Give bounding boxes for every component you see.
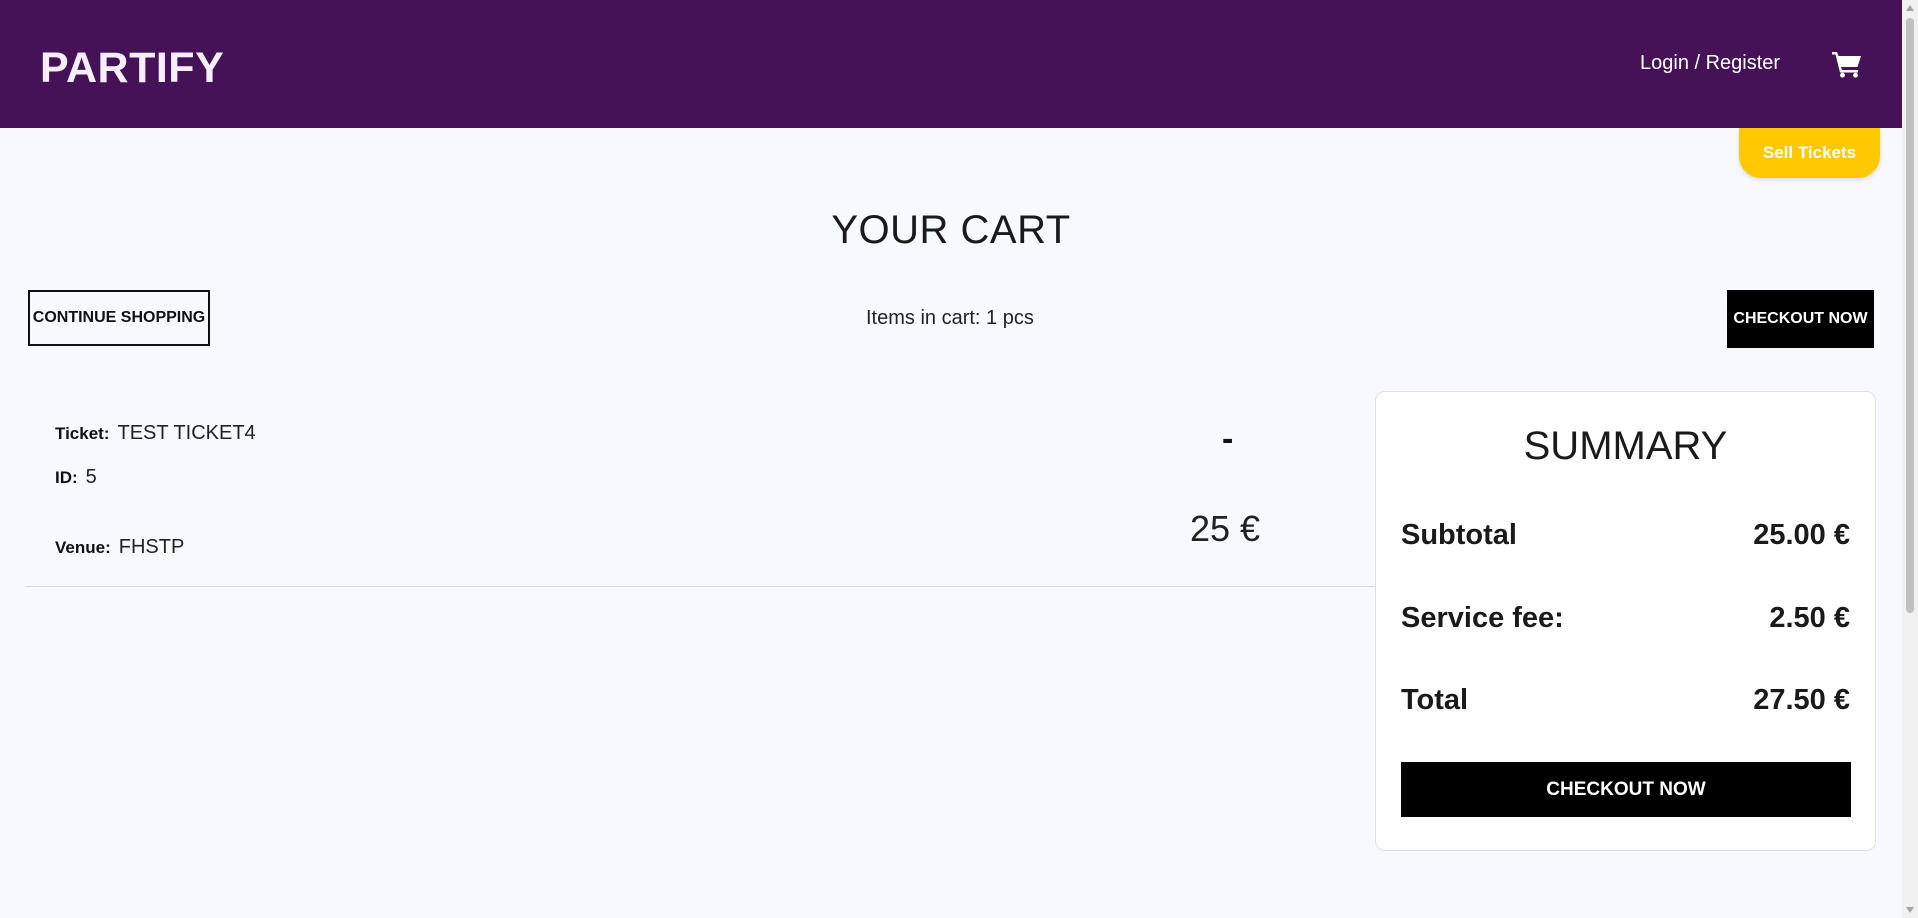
checkout-now-button-top[interactable]: CHECKOUT NOW	[1727, 290, 1874, 348]
brand-logo[interactable]: PARTIFY	[40, 44, 224, 93]
vertical-scrollbar[interactable]	[1902, 0, 1918, 918]
remove-item-button[interactable]: -	[1222, 420, 1233, 459]
subtotal-value: 25.00 €	[1753, 519, 1850, 551]
venue-field: Venue: FHSTP	[55, 536, 184, 559]
shopping-cart-icon[interactable]	[1831, 50, 1863, 78]
scroll-down-arrow-icon[interactable]	[1906, 907, 1914, 913]
subtotal-row: Subtotal 25.00 €	[1401, 519, 1850, 552]
total-row: Total 27.50 €	[1401, 684, 1850, 717]
summary-title: SUMMARY	[1523, 424, 1728, 468]
page-title: YOUR CART	[831, 208, 1071, 252]
id-field: ID: 5	[55, 466, 97, 489]
subtotal-label: Subtotal	[1401, 519, 1517, 551]
service-fee-label: Service fee:	[1401, 602, 1564, 634]
ticket-label: Ticket:	[55, 424, 110, 443]
id-label: ID:	[55, 468, 78, 487]
id-value: 5	[85, 466, 97, 488]
summary-card: SUMMARY Subtotal 25.00 € Service fee: 2.…	[1375, 391, 1876, 851]
continue-shopping-button[interactable]: CONTINUE SHOPPING	[28, 290, 210, 346]
item-price: 25 €	[1190, 508, 1261, 549]
sell-tickets-button[interactable]: Sell Tickets	[1739, 128, 1880, 178]
total-value: 27.50 €	[1753, 684, 1850, 716]
page-root: PARTIFY Login / Register Sell Tickets YO…	[0, 0, 1918, 918]
cart-item-row: Ticket: TEST TICKET4 ID: 5 Venue: FHSTP …	[26, 390, 1376, 587]
items-count: Items in cart: 1 pcs	[866, 307, 1034, 329]
scrollbar-thumb[interactable]	[1906, 18, 1914, 613]
login-register-link[interactable]: Login / Register	[1640, 52, 1780, 75]
scroll-up-arrow-icon[interactable]	[1906, 5, 1914, 11]
checkout-now-button-summary[interactable]: CHECKOUT NOW	[1401, 762, 1851, 817]
service-fee-value: 2.50 €	[1769, 602, 1850, 634]
total-label: Total	[1401, 684, 1469, 716]
ticket-field: Ticket: TEST TICKET4	[55, 422, 256, 445]
service-fee-row: Service fee: 2.50 €	[1401, 602, 1850, 635]
ticket-value: TEST TICKET4	[117, 422, 256, 444]
venue-label: Venue:	[55, 538, 111, 557]
venue-value: FHSTP	[118, 536, 185, 558]
top-header: PARTIFY Login / Register	[0, 0, 1902, 128]
